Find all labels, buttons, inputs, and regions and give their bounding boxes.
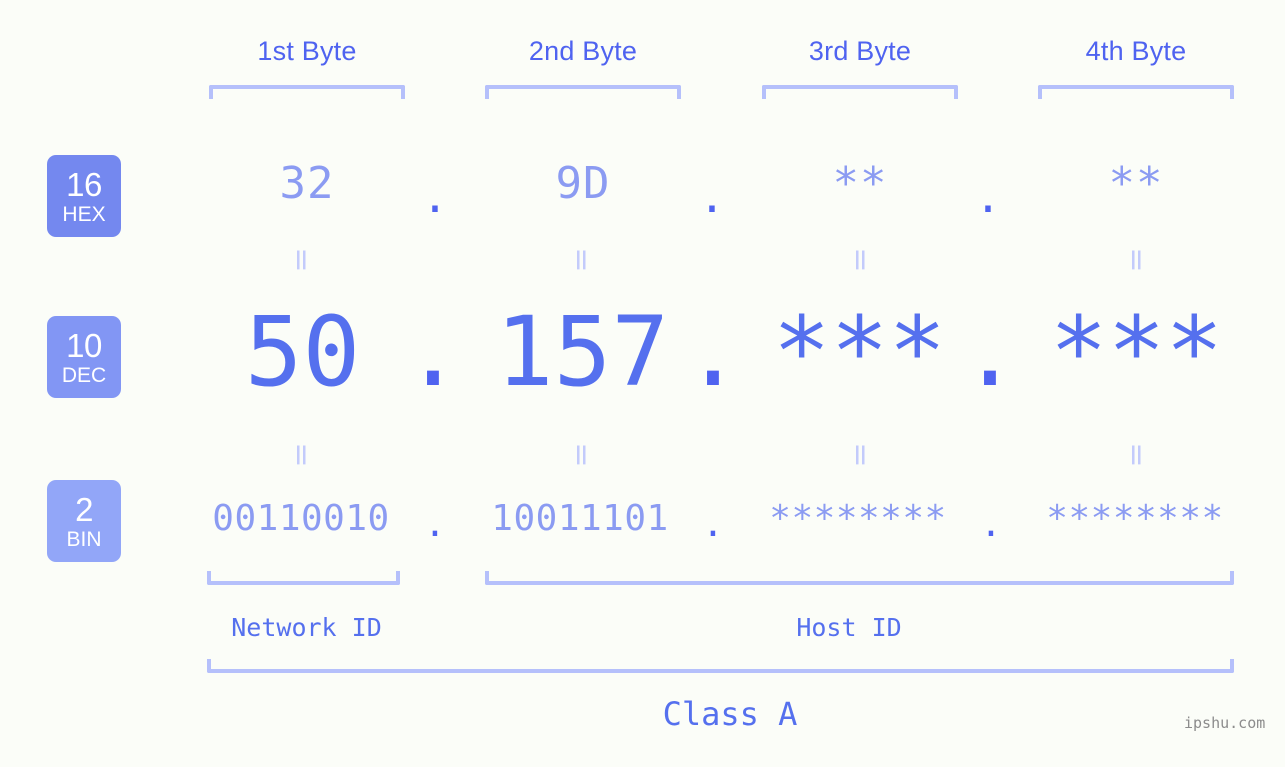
bin-value-byte-4: ********: [1046, 498, 1224, 539]
equality-mark-hexdec-4: =: [1119, 247, 1154, 273]
base-badge-hex-name: HEX: [62, 202, 106, 226]
bin-separator-dot-3: .: [980, 504, 1002, 545]
hex-separator-dot-3: .: [974, 172, 1002, 223]
base-badge-hex: 16 HEX: [47, 155, 121, 237]
hex-value-byte-2: 9D: [555, 158, 611, 209]
dec-value-byte-1: 50: [244, 296, 361, 408]
hex-separator-dot-2: .: [698, 172, 726, 223]
network-id-bracket: [207, 571, 400, 585]
dec-value-byte-4: ***: [1049, 296, 1224, 408]
hex-separator-dot-1: .: [421, 172, 449, 223]
base-badge-bin-number: 2: [75, 490, 93, 528]
dec-value-byte-2: 157: [495, 296, 670, 408]
hex-value-byte-4: **: [1108, 158, 1164, 209]
bin-separator-dot-1: .: [424, 504, 446, 545]
host-id-label: Host ID: [796, 613, 902, 642]
base-badge-hex-number: 16: [66, 165, 102, 203]
byte-bracket-top-1: [209, 85, 405, 99]
class-label: Class A: [662, 695, 798, 733]
byte-header-label-2: 2nd Byte: [528, 36, 638, 66]
equality-mark-decbin-3: =: [843, 442, 878, 468]
bin-value-byte-3: ********: [769, 498, 947, 539]
network-id-label: Network ID: [231, 613, 382, 642]
byte-header-label-3: 3rd Byte: [808, 36, 912, 66]
class-bracket: [207, 659, 1234, 673]
host-id-bracket: [485, 571, 1234, 585]
equality-mark-decbin-4: =: [1119, 442, 1154, 468]
equality-mark-decbin-2: =: [564, 442, 599, 468]
byte-bracket-top-3: [762, 85, 958, 99]
equality-mark-hexdec-2: =: [564, 247, 599, 273]
byte-bracket-top-4: [1038, 85, 1234, 99]
byte-bracket-top-2: [485, 85, 681, 99]
base-badge-dec-name: DEC: [61, 363, 107, 387]
base-badge-dec: 10 DEC: [47, 316, 121, 398]
base-badge-bin-name: BIN: [66, 527, 102, 551]
byte-header-label-1: 1st Byte: [257, 36, 357, 66]
byte-header-label-4: 4th Byte: [1085, 36, 1187, 66]
base-badge-dec-number: 10: [66, 326, 102, 364]
watermark: ipshu.com: [1184, 714, 1266, 732]
base-badge-bin: 2 BIN: [47, 480, 121, 562]
bin-separator-dot-2: .: [702, 504, 724, 545]
hex-value-byte-1: 32: [279, 158, 335, 209]
equality-mark-hexdec-3: =: [843, 247, 878, 273]
dec-separator-dot-1: .: [404, 296, 462, 408]
equality-mark-decbin-1: =: [284, 442, 319, 468]
bin-value-byte-2: 10011101: [491, 498, 669, 539]
dec-value-byte-3: ***: [772, 296, 947, 408]
ip-address-breakdown-diagram: 1st Byte 2nd Byte 3rd Byte 4th Byte 16 H…: [0, 0, 1285, 767]
equality-mark-hexdec-1: =: [284, 247, 319, 273]
bin-value-byte-1: 00110010: [212, 498, 390, 539]
hex-value-byte-3: **: [832, 158, 888, 209]
